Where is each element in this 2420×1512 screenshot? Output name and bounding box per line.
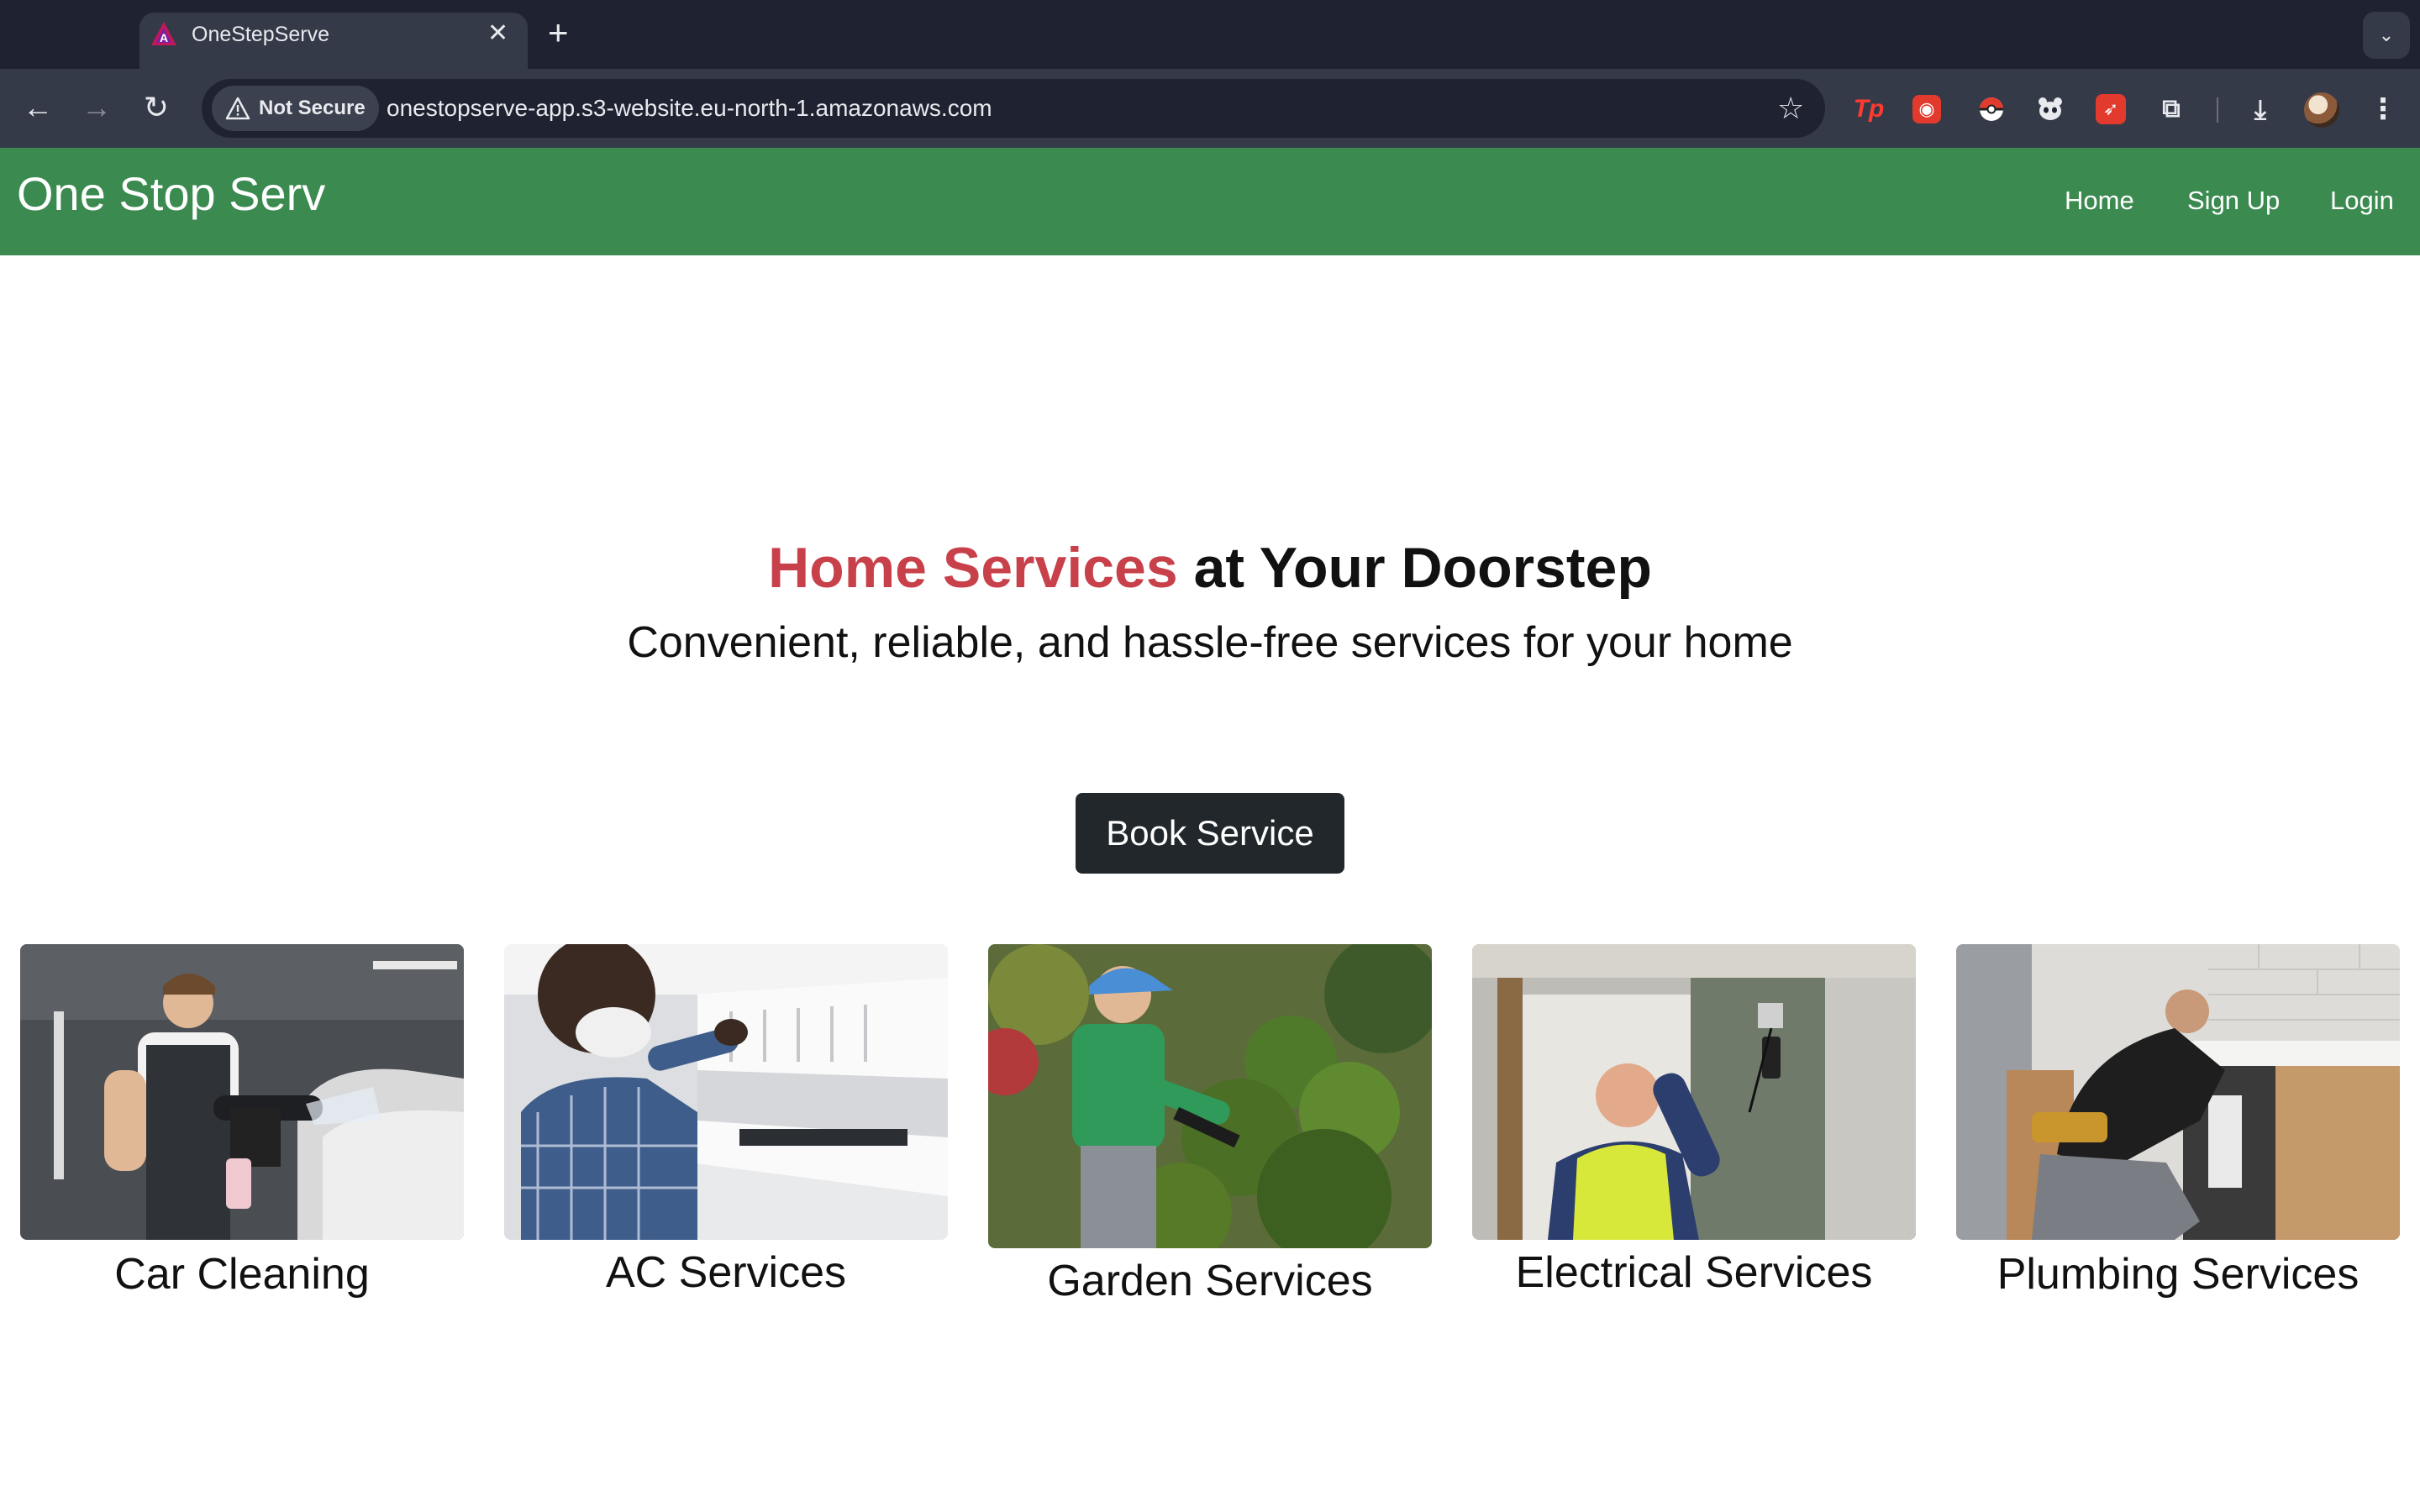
service-card-car-cleaning[interactable]: Car Cleaning bbox=[20, 944, 464, 1299]
hero-title-accent: Home Services bbox=[768, 536, 1178, 600]
ac-service-image bbox=[504, 944, 948, 1240]
rocket-extension-icon[interactable]: ➶ bbox=[2096, 94, 2126, 124]
tp-extension-icon[interactable]: Tp bbox=[1852, 92, 1886, 126]
warning-triangle-icon bbox=[225, 97, 250, 120]
service-label: AC Services bbox=[605, 1248, 847, 1297]
browser-tab-strip: A OneStepServe ✕ + ⌄ bbox=[0, 0, 2420, 69]
hero-title: Home Services at Your Doorstep bbox=[0, 534, 2420, 601]
garden-service-image bbox=[988, 944, 1432, 1248]
forward-arrow-icon[interactable]: → bbox=[73, 84, 120, 131]
tab-title: OneStepServe bbox=[192, 23, 329, 46]
book-service-button[interactable]: Book Service bbox=[1076, 793, 1344, 874]
toolbar-divider bbox=[2217, 97, 2218, 123]
pokeball-extension-icon[interactable] bbox=[1975, 92, 2008, 126]
service-card-garden[interactable]: Garden Services bbox=[988, 944, 1432, 1305]
plumbing-service-image bbox=[1956, 944, 2400, 1240]
service-label: Electrical Services bbox=[1515, 1248, 1873, 1297]
brand-logo[interactable]: One Stop Serv bbox=[17, 166, 325, 222]
address-bar[interactable]: Not Secure onestopserve-app.s3-website.e… bbox=[202, 79, 1825, 138]
tab-close-icon[interactable]: ✕ bbox=[487, 18, 508, 49]
service-label: Garden Services bbox=[1047, 1257, 1373, 1305]
tab-search-chevron-icon[interactable]: ⌄ bbox=[2363, 12, 2410, 59]
new-tab-icon[interactable]: + bbox=[548, 13, 569, 52]
reload-icon[interactable]: ↻ bbox=[133, 84, 180, 131]
nav-link-signup[interactable]: Sign Up bbox=[2187, 185, 2280, 217]
panda-extension-icon[interactable] bbox=[2033, 92, 2067, 126]
security-label: Not Secure bbox=[259, 97, 366, 119]
service-label: Plumbing Services bbox=[1996, 1250, 2360, 1299]
back-arrow-icon[interactable]: ← bbox=[14, 84, 61, 131]
car-cleaning-image bbox=[20, 944, 464, 1240]
security-chip[interactable]: Not Secure bbox=[212, 86, 379, 131]
red-extension-icon[interactable]: ◉ bbox=[1912, 95, 1941, 123]
hero-title-rest: at Your Doorstep bbox=[1177, 536, 1652, 600]
site-navbar: One Stop Serv Home Sign Up Login bbox=[0, 148, 2420, 255]
profile-avatar[interactable] bbox=[2304, 92, 2339, 128]
browser-toolbar: ← → ↻ Not Secure onestopserve-app.s3-web… bbox=[0, 69, 2420, 148]
kebab-menu-icon[interactable]: ⋮ bbox=[2366, 92, 2400, 126]
service-card-plumbing[interactable]: Plumbing Services bbox=[1956, 944, 2400, 1299]
bookmark-star-icon[interactable]: ☆ bbox=[1777, 91, 1804, 126]
nav-link-home[interactable]: Home bbox=[2065, 185, 2134, 217]
puzzle-extensions-icon[interactable]: ⧉ bbox=[2154, 92, 2188, 126]
electrical-service-image bbox=[1472, 944, 1916, 1240]
nav-link-login[interactable]: Login bbox=[2330, 185, 2394, 217]
hero-subtitle: Convenient, reliable, and hassle-free se… bbox=[627, 618, 1793, 667]
svg-text:A: A bbox=[160, 31, 168, 45]
service-card-electrical[interactable]: Electrical Services bbox=[1472, 944, 1916, 1297]
service-label: Car Cleaning bbox=[114, 1250, 370, 1299]
app-favicon-icon: A bbox=[151, 22, 176, 45]
url-text[interactable]: onestopserve-app.s3-website.eu-north-1.a… bbox=[387, 94, 992, 123]
service-card-ac[interactable]: AC Services bbox=[504, 944, 948, 1297]
download-icon[interactable]: ⤓ bbox=[2244, 92, 2277, 126]
